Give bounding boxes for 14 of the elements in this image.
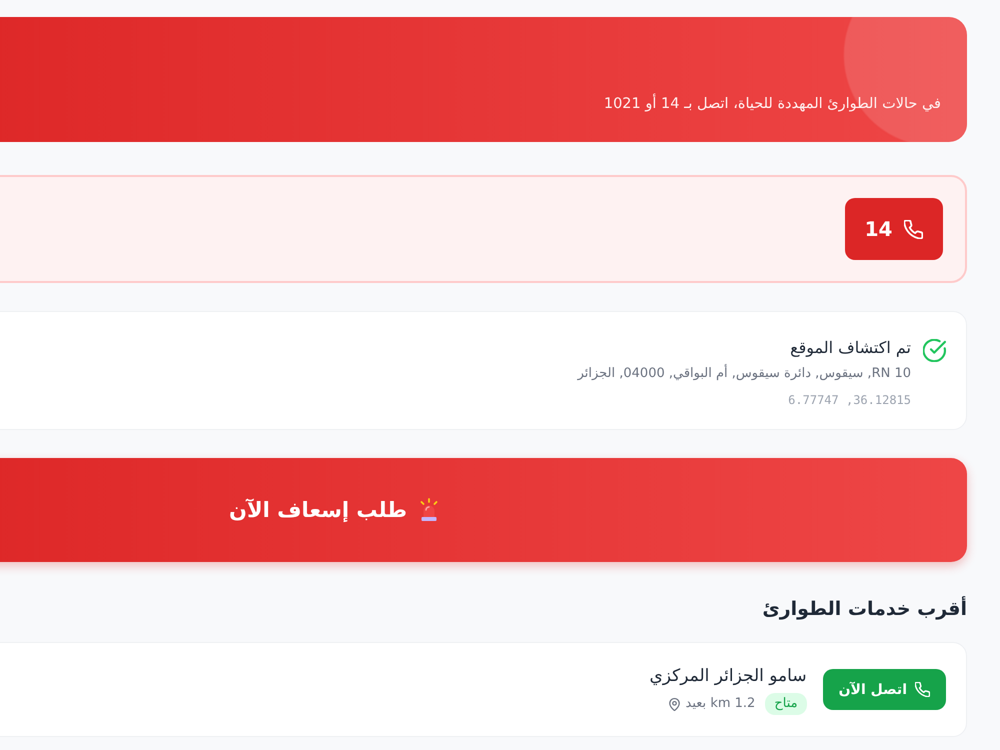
banner-subtitle: في حالات الطوارئ المهددة للحياة، اتصل بـ 14 أو 1021 (604, 94, 941, 114)
map-pin-icon (668, 698, 680, 710)
phone-icon (915, 682, 930, 697)
distance-text: 1.2 km بعيد (686, 695, 756, 713)
location-address: RN 10, سيقوس, دائرة سيقوس, أم البواقي, 04000, الجزائر (578, 365, 911, 383)
hotline-button[interactable]: 14 (845, 198, 943, 260)
status-badge: متاح (765, 693, 807, 715)
phone-icon (904, 220, 924, 238)
section-heading: أقرب خدمات الطوارئ (762, 596, 967, 622)
location-status: تم اكتشاف الموقع (790, 337, 911, 359)
call-button[interactable]: اتصل الآن (822, 669, 946, 710)
request-ambulance-button[interactable]: طلب إسعاف الآن (0, 458, 967, 562)
service-name: سامو الجزائر المركزي (649, 665, 807, 688)
location-coordinates: 36.12815, 6.77747 (788, 392, 911, 408)
